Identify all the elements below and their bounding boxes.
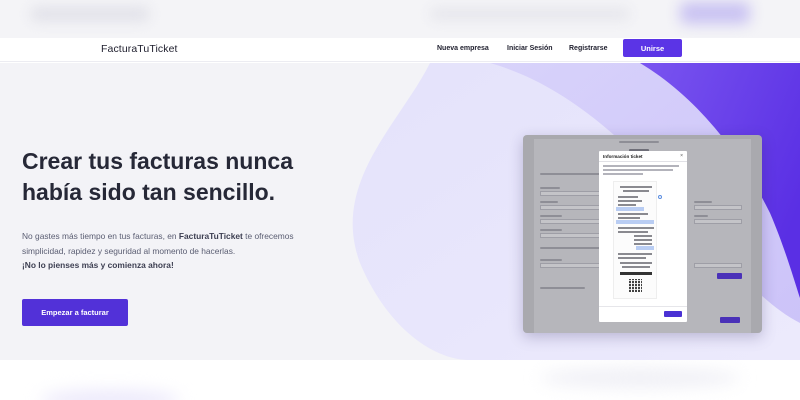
unirse-button[interactable]: Unirse [623,39,682,57]
modal-title: Información ticket [603,154,643,159]
navbar: FacturaTuTicket Nueva empresa Iniciar Se… [0,38,800,62]
info-icon [658,195,662,199]
bottom-blurred-section [0,360,800,400]
desc-text-1: No gastes más tiempo en tus facturas, en [22,231,179,241]
headline-line-1: Crear tus facturas nunca [22,148,293,174]
nav-link-nueva-empresa[interactable]: Nueva empresa [437,45,489,52]
empezar-a-facturar-button[interactable]: Empezar a facturar [22,299,128,326]
modal-confirm-button[interactable] [664,311,682,317]
close-icon[interactable]: × [680,153,683,159]
ticket-receipt-image [613,181,657,299]
hero-headline: Crear tus facturas nunca había sido tan … [22,146,352,208]
site-logo[interactable]: FacturaTuTicket [101,43,178,55]
headline-line-2: había sido tan sencillo. [22,179,276,205]
blurred-top-bar [0,0,800,38]
nav-link-registrarse[interactable]: Registrarse [569,45,608,52]
nav-link-iniciar-sesion[interactable]: Iniciar Sesión [507,45,553,52]
hero-description: No gastes más tiempo en tus facturas, en… [22,229,332,273]
desc-brand: FacturaTuTicket [178,231,243,241]
ticket-info-modal: Información ticket × [599,151,687,322]
app-preview-screenshot: Información ticket × [523,135,762,333]
desc-call-to-action: ¡No lo pienses más y comienza ahora! [22,260,174,270]
